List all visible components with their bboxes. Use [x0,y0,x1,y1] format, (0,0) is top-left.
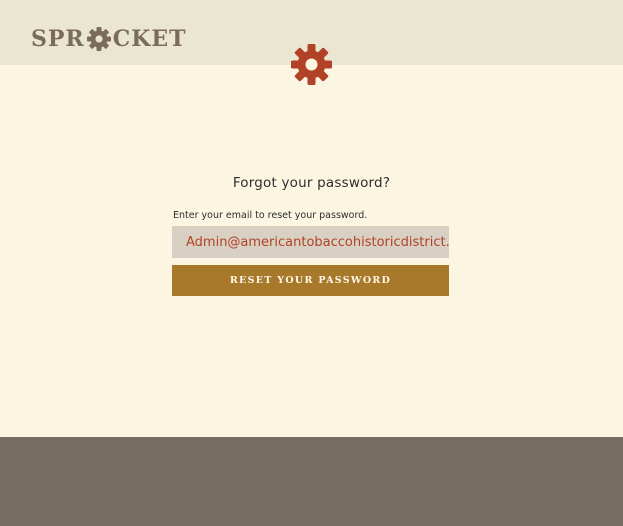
logo-text-right: CKET [112,26,187,52]
logo-text-left: SPR [31,26,85,52]
gear-icon [290,43,333,86]
gear-icon [86,26,112,52]
email-field-value: Admin@americantobaccohistoricdistrict.co… [186,234,449,250]
email-field[interactable]: Admin@americantobaccohistoricdistrict.co… [172,226,449,258]
page-title: Forgot your password? [232,175,391,191]
sprocket-logo[interactable]: SPR CKET [31,25,187,53]
email-label: Enter your email to reset your password. [173,210,368,221]
site-footer [0,437,623,526]
reset-password-button[interactable]: RESET YOUR PASSWORD [172,265,449,296]
